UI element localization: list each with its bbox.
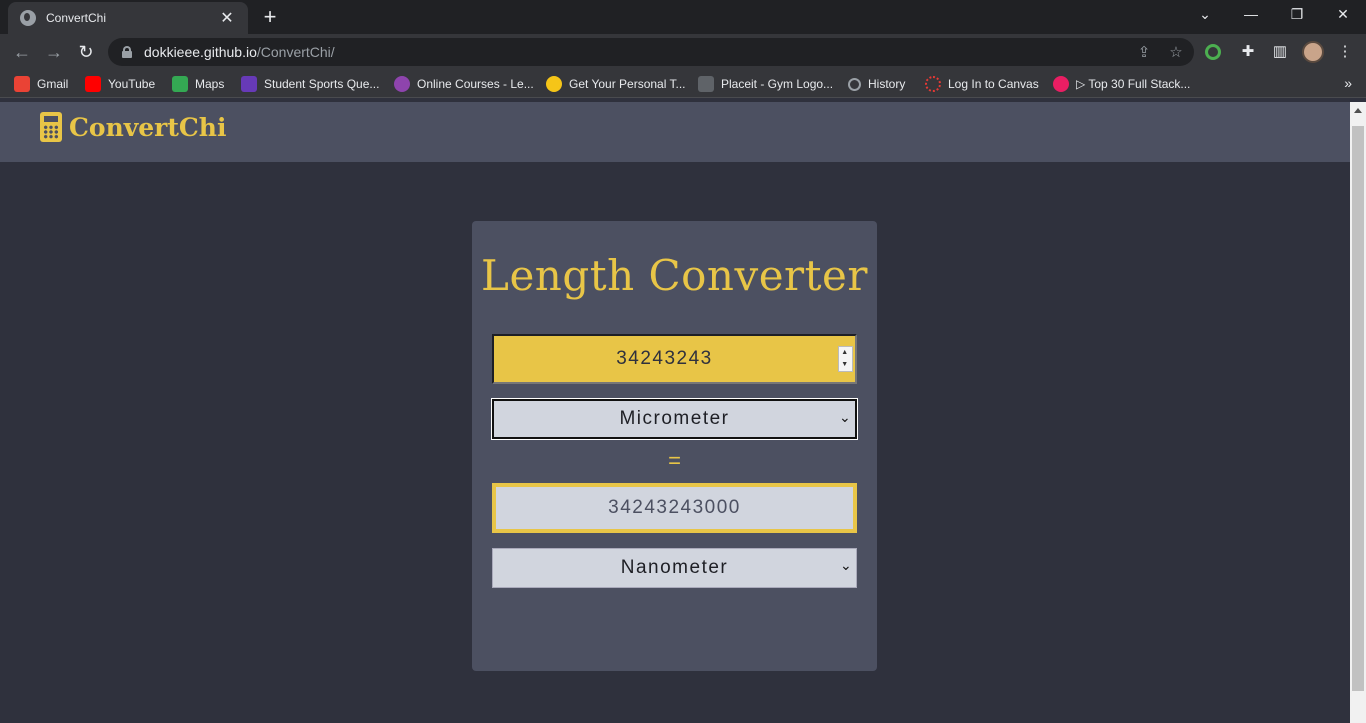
- menu-kebab-icon[interactable]: ⋮: [1334, 41, 1356, 63]
- address-bar[interactable]: dokkieee.github.io/ConvertChi/ ⇪ ☆: [108, 38, 1194, 66]
- url-host: dokkieee.github.io: [144, 44, 257, 60]
- profile-avatar[interactable]: [1302, 41, 1324, 63]
- spin-down-icon[interactable]: ▼: [839, 359, 852, 371]
- result-value: 34243243000: [608, 497, 741, 518]
- bookmarks-overflow-icon[interactable]: »: [1344, 75, 1352, 91]
- bookmark-online-courses[interactable]: Online Courses - Le...: [394, 75, 534, 93]
- number-spinner[interactable]: ▲ ▼: [838, 346, 853, 372]
- bookmark-placeit[interactable]: Placeit - Gym Logo...: [698, 75, 833, 93]
- page: ConvertChi Length Converter 34243243 ▲ ▼…: [0, 102, 1350, 723]
- bookmark-star-icon[interactable]: ☆: [1166, 43, 1186, 61]
- extension-icon[interactable]: [1205, 44, 1221, 60]
- url-path: /ConvertChi/: [256, 44, 335, 60]
- tab-search-icon[interactable]: ⌄: [1182, 0, 1228, 30]
- browser-tab[interactable]: ConvertChi ✕: [8, 2, 248, 34]
- scrollbar-thumb[interactable]: [1352, 126, 1364, 691]
- minimize-button[interactable]: —: [1228, 0, 1274, 30]
- from-unit-select[interactable]: Micrometer ⌄: [491, 398, 858, 440]
- bookmark-student-sports[interactable]: Student Sports Que...: [241, 75, 379, 93]
- brand-logo[interactable]: ConvertChi: [40, 112, 226, 142]
- bookmark-personal[interactable]: Get Your Personal T...: [546, 75, 686, 93]
- placeit-icon: [698, 76, 714, 92]
- forward-icon[interactable]: →: [42, 40, 66, 64]
- scroll-up-arrow-icon[interactable]: [1354, 108, 1362, 113]
- close-window-button[interactable]: ✕: [1320, 0, 1366, 30]
- list-icon: [241, 76, 257, 92]
- bookmark-gmail[interactable]: Gmail: [14, 75, 68, 93]
- result-output: 34243243000: [492, 483, 857, 533]
- chevron-down-icon: ⌄: [839, 409, 853, 425]
- bookmark-history[interactable]: History: [848, 75, 905, 93]
- bookmark-top30[interactable]: ▷ Top 30 Full Stack...: [1053, 75, 1190, 93]
- restore-button[interactable]: ❐: [1274, 0, 1320, 30]
- equals-sign: =: [668, 448, 681, 473]
- top30-icon: [1053, 76, 1069, 92]
- brand-name: ConvertChi: [69, 112, 227, 142]
- tab-title: ConvertChi: [46, 11, 107, 25]
- personal-trainer-icon: [546, 76, 562, 92]
- close-tab-icon[interactable]: ✕: [218, 8, 236, 28]
- site-navbar: ConvertChi: [0, 102, 1350, 162]
- globe-icon: [20, 10, 36, 26]
- bookmarks-bar: Gmail YouTube Maps Student Sports Que...…: [0, 70, 1366, 98]
- bookmark-maps[interactable]: Maps: [172, 75, 224, 93]
- gmail-icon: [14, 76, 30, 92]
- page-scrollbar[interactable]: [1350, 102, 1366, 723]
- canvas-icon: [925, 76, 941, 92]
- browser-tab-strip: ConvertChi ✕ + ⌄ — ❐ ✕: [0, 0, 1366, 34]
- converter-card: Length Converter 34243243 ▲ ▼ Micrometer…: [472, 221, 877, 671]
- reload-icon[interactable]: ↻: [74, 40, 98, 64]
- chevron-down-icon: ⌄: [840, 557, 854, 573]
- spin-up-icon[interactable]: ▲: [839, 347, 852, 359]
- page-title: Length Converter: [481, 251, 868, 300]
- browser-toolbar: ← → ↻ dokkieee.github.io/ConvertChi/ ⇪ ☆…: [0, 34, 1366, 70]
- value-input-text: 34243243: [616, 348, 713, 369]
- to-unit-select[interactable]: Nanometer ⌄: [492, 548, 857, 588]
- value-input[interactable]: 34243243 ▲ ▼: [492, 334, 857, 384]
- new-tab-button[interactable]: +: [258, 4, 282, 30]
- back-icon[interactable]: ←: [10, 40, 34, 64]
- to-unit-value: Nanometer: [620, 557, 729, 578]
- history-icon: [848, 77, 861, 91]
- bookmark-youtube[interactable]: YouTube: [85, 75, 155, 93]
- courses-icon: [394, 76, 410, 92]
- lock-icon[interactable]: [122, 46, 132, 58]
- extensions-puzzle-icon[interactable]: ✚: [1237, 41, 1259, 63]
- bookmark-canvas[interactable]: Log In to Canvas: [925, 75, 1039, 93]
- maps-icon: [172, 76, 188, 92]
- side-panel-icon[interactable]: ▥: [1269, 41, 1291, 63]
- from-unit-value: Micrometer: [619, 408, 730, 429]
- youtube-icon: [85, 76, 101, 92]
- share-icon[interactable]: ⇪: [1134, 43, 1154, 61]
- calculator-icon: [40, 112, 62, 142]
